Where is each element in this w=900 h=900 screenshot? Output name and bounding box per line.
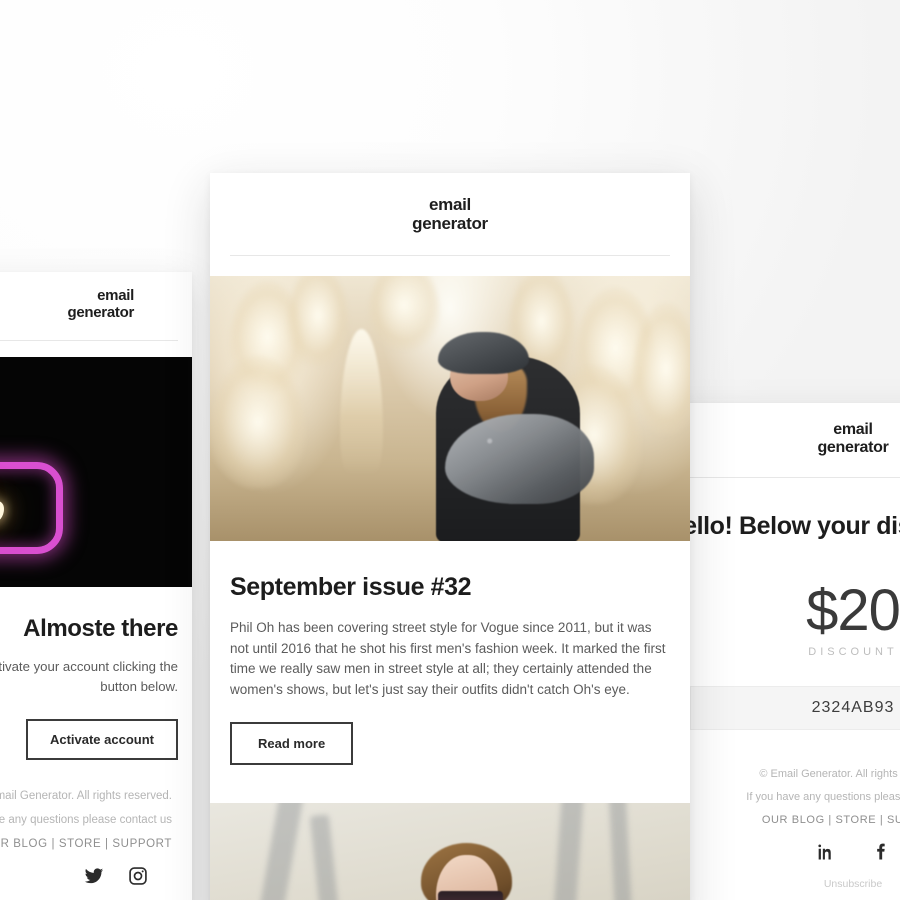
body-copy-center: Phil Oh has been covering street style f…	[230, 620, 666, 697]
linkedin-icon[interactable]	[816, 842, 836, 862]
footer-right: © Email Generator. All rights reserved. …	[658, 768, 900, 890]
discount-code-field[interactable]: 2324AB93	[690, 685, 900, 730]
header-divider-right	[680, 476, 900, 478]
hero-image-shopping-woman	[210, 803, 690, 900]
brand-logo-left: email generator	[0, 272, 192, 322]
brand-line-1: email	[833, 421, 873, 438]
brand-line-2: generator	[412, 214, 488, 234]
header-divider-center	[230, 255, 670, 257]
footer-links-right: OUR BLOG | STORE | SUPPORT	[761, 813, 900, 826]
headline-right: Hello! Below your discount code	[665, 511, 900, 540]
social-links-left	[0, 866, 178, 886]
body-copy-left: Thanks. Activate your account clicking t…	[0, 658, 178, 694]
brand-line-1: email	[429, 195, 471, 214]
footer-contact-left: If you have any questions please contact…	[0, 813, 172, 826]
footer-links-left: OUR BLOG | STORE | SUPPORT	[0, 837, 172, 850]
activate-account-button[interactable]: Activate account	[25, 718, 178, 760]
screenshot-stage: email generator hello Almoste there Than…	[0, 0, 900, 900]
email-preview-card-right[interactable]: email generator Hello! Below your discou…	[658, 403, 900, 900]
email-preview-card-left[interactable]: email generator hello Almoste there Than…	[0, 272, 192, 900]
read-more-button[interactable]: Read more	[230, 722, 354, 766]
neon-hello-text: hello	[0, 484, 35, 533]
footer-left: © Email Generator. All rights reserved. …	[0, 790, 178, 900]
brand-logo-center: email generator	[210, 173, 690, 233]
footer-copyright-right: © Email Generator. All rights reserved.	[759, 767, 900, 780]
twitter-icon[interactable]	[84, 866, 104, 886]
instagram-icon[interactable]	[128, 866, 148, 886]
discount-amount: $20	[806, 577, 900, 643]
hero-image-pampas-field	[210, 276, 690, 542]
headline-center: September issue #32	[230, 573, 472, 602]
social-links-right	[658, 842, 900, 862]
brand-logo-right: email generator	[658, 403, 900, 457]
brand-line-2: generator	[67, 303, 135, 321]
footer-contact-right: If you have any questions please contact…	[746, 790, 900, 803]
email-preview-card-center[interactable]: email generator September issue #32 Phil…	[210, 173, 690, 900]
headline-left: Almoste there	[23, 614, 178, 642]
brand-line-2: generator	[817, 438, 889, 456]
footer-copyright-left: © Email Generator. All rights reserved.	[0, 789, 172, 802]
brand-line-1: email	[97, 287, 134, 304]
header-divider-left	[0, 339, 178, 341]
facebook-icon[interactable]	[870, 842, 890, 862]
discount-label: DISCOUNT	[808, 645, 898, 658]
unsubscribe-link-right[interactable]: Unsubscribe	[658, 878, 900, 890]
hero-image-neon-hello: hello	[0, 356, 192, 587]
